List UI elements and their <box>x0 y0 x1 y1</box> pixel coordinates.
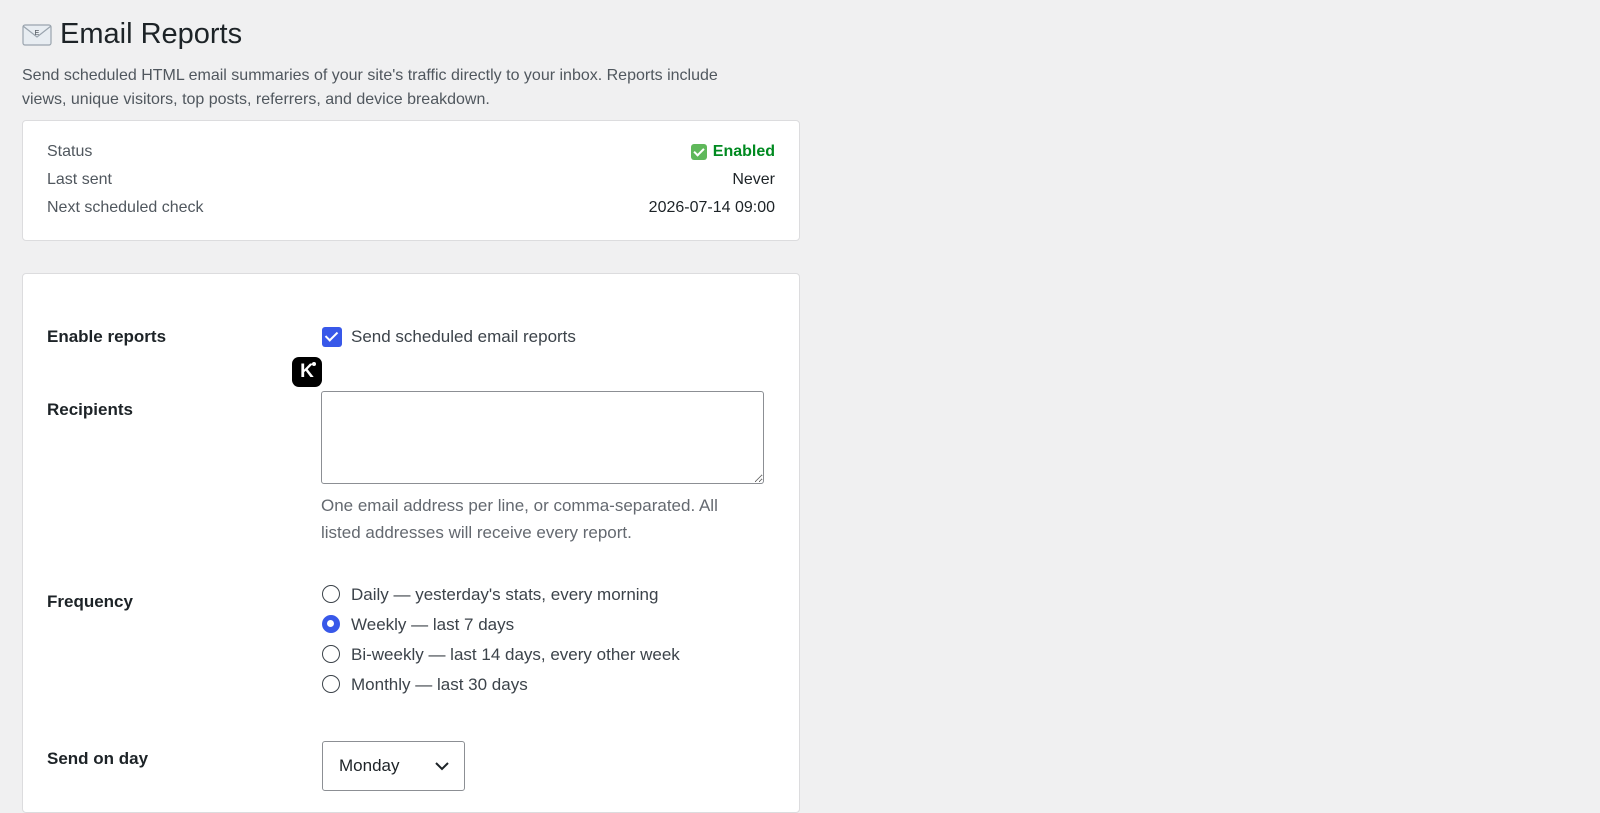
frequency-option-weekly[interactable]: Weekly — last 7 days <box>351 615 514 635</box>
send-day-value: Monday <box>339 756 400 775</box>
frequency-radio-biweekly[interactable] <box>322 645 340 663</box>
last-sent-label: Last sent <box>47 171 112 188</box>
enable-reports-checkbox-label[interactable]: Send scheduled email reports <box>351 327 576 347</box>
settings-card: Enable reports Send scheduled email repo… <box>22 273 800 813</box>
frequency-radio-daily[interactable] <box>322 585 340 603</box>
extension-k-icon[interactable]: K <box>292 357 322 387</box>
frequency-option-biweekly[interactable]: Bi-weekly — last 14 days, every other we… <box>351 645 680 665</box>
status-row-last-sent: Last sent Never <box>47 171 775 189</box>
envelope-icon: E <box>22 23 52 46</box>
svg-text:E: E <box>35 30 40 37</box>
enable-reports-label: Enable reports <box>47 327 167 346</box>
status-value: Enabled <box>690 143 775 161</box>
send-day-label: Send on day <box>47 749 149 768</box>
last-sent-value: Never <box>732 171 775 188</box>
status-label: Status <box>47 143 93 160</box>
status-card: Status Enabled Last sent Never Next sche… <box>22 120 800 241</box>
extension-dot <box>312 362 316 366</box>
next-check-value: 2026-07-14 09:00 <box>648 199 775 216</box>
recipients-textarea[interactable] <box>321 391 764 484</box>
frequency-label: Frequency <box>47 592 133 611</box>
intro-text: Send scheduled HTML email summaries of y… <box>22 67 718 108</box>
check-mark-icon <box>690 144 707 160</box>
frequency-option-monthly[interactable]: Monthly — last 30 days <box>351 675 528 695</box>
enable-reports-checkbox[interactable] <box>322 327 342 347</box>
frequency-radio-monthly[interactable] <box>322 675 340 693</box>
page-title-wrap: E Email Reports <box>22 18 242 51</box>
status-enabled-text: Enabled <box>712 143 775 160</box>
frequency-option-daily[interactable]: Daily — yesterday's stats, every morning <box>351 585 658 605</box>
recipients-label: Recipients <box>47 400 133 419</box>
status-row-next-check: Next scheduled check 2026-07-14 09:00 <box>47 199 775 217</box>
next-check-label: Next scheduled check <box>47 199 204 216</box>
recipients-help-text: One email address per line, or comma-sep… <box>321 496 718 542</box>
chevron-down-icon <box>435 762 449 771</box>
frequency-radio-weekly[interactable] <box>322 615 340 633</box>
status-row-status: Status Enabled <box>47 143 775 161</box>
page-title: Email Reports <box>60 18 243 50</box>
